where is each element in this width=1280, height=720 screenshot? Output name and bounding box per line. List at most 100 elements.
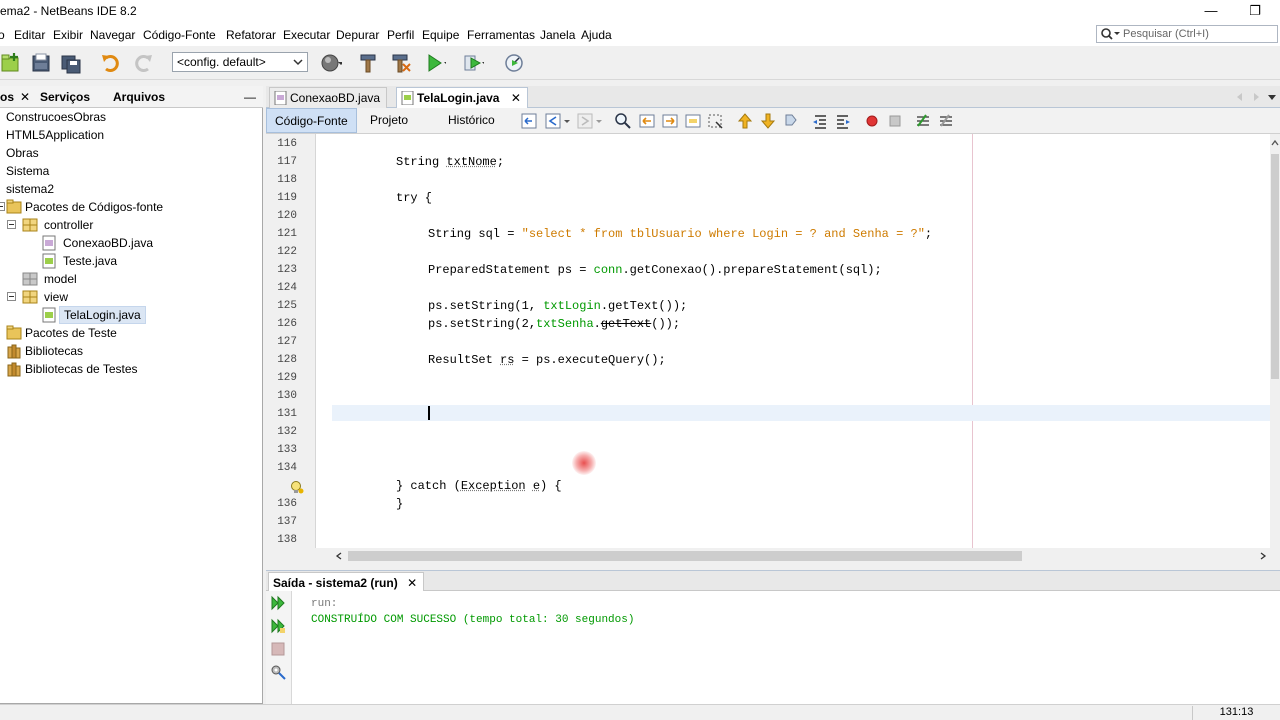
chevron-down-icon[interactable]: [594, 112, 604, 130]
close-output-tab-button[interactable]: ✕: [407, 576, 417, 590]
stop-macro-icon[interactable]: [886, 112, 904, 130]
tree-item-view[interactable]: view: [44, 288, 68, 306]
tree-item-telalogin-java[interactable]: TelaLogin.java: [59, 306, 146, 324]
profile-project-icon[interactable]: [504, 52, 526, 74]
view-tab-projeto[interactable]: Projeto: [362, 108, 416, 133]
tree-toggle-pacotes[interactable]: [0, 202, 5, 211]
tree-item-sistema[interactable]: Sistema: [6, 162, 49, 180]
last-edit-icon[interactable]: [520, 112, 538, 130]
tab-arquivos[interactable]: Arquivos: [113, 90, 165, 104]
menu-editar[interactable]: Editar: [14, 28, 45, 42]
close-tab-button[interactable]: ✕: [511, 91, 521, 105]
menu-refatorar[interactable]: Refatorar: [226, 28, 276, 42]
tab-scroll-left-icon[interactable]: [1234, 91, 1246, 103]
menu-ferramentas[interactable]: Ferramentas: [467, 28, 535, 42]
output-side-toolbar: [266, 591, 292, 705]
tab-servicos[interactable]: Serviços: [40, 90, 90, 104]
settings-icon[interactable]: [270, 664, 286, 680]
tab-scroll-right-icon[interactable]: [1250, 91, 1262, 103]
code-editor[interactable]: 116 117 118 119 120 121 122 123 124 125 …: [266, 134, 1270, 548]
editor-horizontal-scrollbar[interactable]: [334, 549, 1270, 563]
next-bookmark-icon[interactable]: [759, 112, 777, 130]
horizontal-scroll-thumb[interactable]: [348, 551, 1022, 561]
hint-bulb-icon[interactable]: [290, 480, 304, 494]
start-macro-icon[interactable]: [863, 112, 881, 130]
globe-icon[interactable]: [320, 52, 342, 74]
toggle-bookmark-icon[interactable]: [782, 112, 800, 130]
run-project-icon[interactable]: [424, 52, 446, 74]
menu-exibir[interactable]: Exibir: [53, 28, 83, 42]
stop-icon[interactable]: [270, 641, 286, 657]
scroll-up-icon[interactable]: [1270, 138, 1280, 148]
line-number: 133: [266, 444, 297, 456]
redo-icon[interactable]: [132, 52, 154, 74]
rerun-icon[interactable]: [270, 595, 286, 611]
tree-item-pacotes-codigos-fonte[interactable]: Pacotes de Códigos-fonte: [25, 198, 163, 216]
line-number: 120: [266, 210, 297, 222]
line-number: 117: [266, 156, 297, 168]
view-tab-codigo-fonte[interactable]: Código-Fonte: [266, 108, 357, 133]
menu-arquivo[interactable]: o: [0, 28, 5, 42]
tree-item-construcoesobras[interactable]: ConstrucoesObras: [6, 108, 106, 126]
undo-icon[interactable]: [100, 52, 122, 74]
open-project-icon[interactable]: [30, 52, 52, 74]
shift-left-icon[interactable]: [811, 112, 829, 130]
output-tab-sistema2-run[interactable]: Saída - sistema2 (run) ✕: [268, 572, 424, 591]
shift-right-icon[interactable]: [834, 112, 852, 130]
back-icon[interactable]: [544, 112, 562, 130]
search-input[interactable]: [1123, 27, 1273, 41]
view-tab-historico[interactable]: Histórico: [440, 108, 503, 133]
tab-list-icon[interactable]: [1266, 91, 1278, 103]
new-project-icon[interactable]: [0, 52, 22, 74]
tree-item-obras[interactable]: Obras: [6, 144, 39, 162]
tree-item-bibliotecas-testes[interactable]: Bibliotecas de Testes: [25, 360, 138, 378]
menu-ajuda[interactable]: Ajuda: [581, 28, 612, 42]
clean-build-icon[interactable]: [390, 52, 412, 74]
vertical-scroll-thumb[interactable]: [1271, 154, 1279, 379]
save-all-icon[interactable]: [60, 52, 82, 74]
editor-vertical-scrollbar[interactable]: [1270, 134, 1280, 548]
find-previous-icon[interactable]: [638, 112, 656, 130]
rerun-with-params-icon[interactable]: [270, 618, 286, 634]
uncomment-icon[interactable]: [937, 112, 955, 130]
tree-item-sistema2[interactable]: sistema2: [6, 180, 54, 198]
scroll-right-icon[interactable]: [1258, 551, 1268, 561]
close-projetos-tab[interactable]: ✕: [20, 90, 30, 104]
tree-item-controller[interactable]: controller: [44, 216, 93, 234]
build-hammer-icon[interactable]: [358, 52, 380, 74]
tree-item-conexaobd-java[interactable]: ConexaoBD.java: [63, 234, 153, 252]
tree-item-bibliotecas[interactable]: Bibliotecas: [25, 342, 83, 360]
menu-perfil[interactable]: Perfil: [387, 28, 414, 42]
menu-codigo-fonte[interactable]: Código-Fonte: [143, 28, 216, 42]
tree-toggle-controller[interactable]: [7, 220, 16, 229]
editor-tab-conexaobd[interactable]: ConexaoBD.java: [269, 87, 387, 108]
find-icon[interactable]: [614, 112, 632, 130]
chevron-down-icon[interactable]: [562, 112, 572, 130]
forward-icon[interactable]: [576, 112, 594, 130]
tree-item-model[interactable]: model: [44, 270, 77, 288]
tree-item-pacotes-teste[interactable]: Pacotes de Teste: [25, 324, 117, 342]
menu-depurar[interactable]: Depurar: [336, 28, 379, 42]
quick-search[interactable]: [1096, 25, 1278, 43]
toggle-highlight-icon[interactable]: [684, 112, 702, 130]
menu-equipe[interactable]: Equipe: [422, 28, 459, 42]
rectangular-selection-icon[interactable]: [706, 112, 724, 130]
menu-navegar[interactable]: Navegar: [90, 28, 135, 42]
config-select-value: <config. default>: [177, 55, 266, 69]
tree-toggle-view[interactable]: [7, 292, 16, 301]
previous-bookmark-icon[interactable]: [736, 112, 754, 130]
find-next-icon[interactable]: [661, 112, 679, 130]
minimize-panel-button[interactable]: —: [244, 90, 256, 104]
minimize-button[interactable]: —: [1196, 2, 1226, 22]
tab-projetos[interactable]: os: [0, 90, 14, 104]
restore-button[interactable]: ❐: [1240, 2, 1270, 22]
editor-tab-telalogin[interactable]: TelaLogin.java ✕: [396, 87, 528, 108]
menu-janela[interactable]: Janela: [540, 28, 575, 42]
scroll-left-icon[interactable]: [334, 551, 344, 561]
tree-item-teste-java[interactable]: Teste.java: [63, 252, 117, 270]
menu-executar[interactable]: Executar: [283, 28, 330, 42]
comment-icon[interactable]: [914, 112, 932, 130]
config-select[interactable]: <config. default>: [172, 52, 308, 72]
debug-project-icon[interactable]: [462, 52, 484, 74]
tree-item-html5application[interactable]: HTML5Application: [6, 126, 104, 144]
